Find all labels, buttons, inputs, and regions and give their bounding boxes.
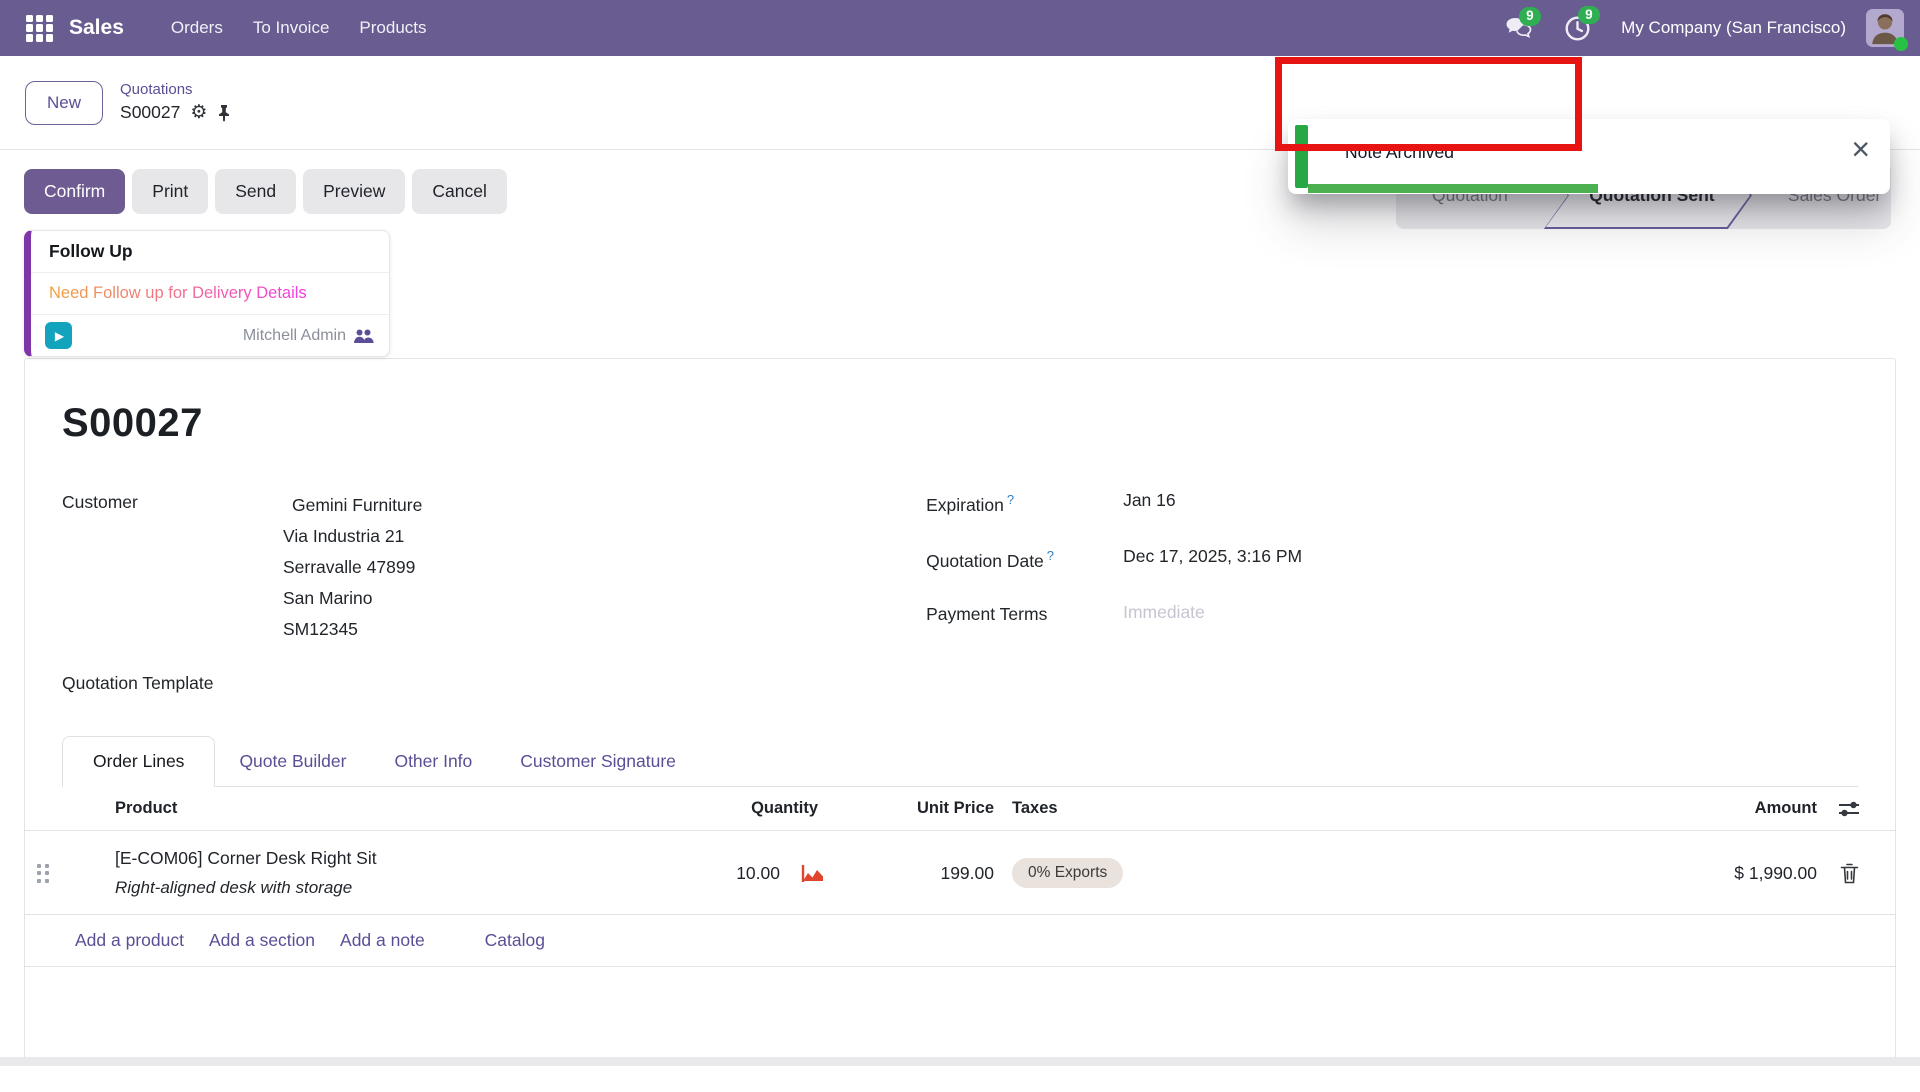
- expiration-value[interactable]: Jan 16: [1123, 490, 1858, 516]
- unit-price-value[interactable]: 199.00: [844, 863, 994, 884]
- breadcrumb-current-record: S00027: [120, 100, 180, 125]
- activity-play-button[interactable]: ▶: [45, 322, 72, 349]
- toast-progress-bar: [1308, 184, 1598, 193]
- product-name[interactable]: [E-COM06] Corner Desk Right Sit: [115, 845, 630, 871]
- print-button[interactable]: Print: [132, 169, 208, 214]
- cancel-button[interactable]: Cancel: [412, 169, 506, 214]
- menu-to-invoice[interactable]: To Invoice: [253, 18, 330, 38]
- menu-orders[interactable]: Orders: [171, 18, 223, 38]
- help-marker: ?: [1047, 548, 1054, 563]
- activities-clock-icon[interactable]: 9: [1564, 15, 1591, 42]
- activity-title: Follow Up: [31, 231, 389, 273]
- expiration-label: Expiration: [926, 495, 1004, 515]
- tab-other-info[interactable]: Other Info: [370, 737, 496, 786]
- table-footer-links: Add a product Add a section Add a note C…: [25, 915, 1895, 967]
- online-status-dot: [1894, 37, 1908, 51]
- activity-summary[interactable]: Need Follow up for Delivery Details: [31, 273, 389, 315]
- toast-accent-bar: [1295, 125, 1308, 188]
- quotation-date-value[interactable]: Dec 17, 2025, 3:16 PM: [1123, 546, 1858, 572]
- customer-name-link[interactable]: Gemini Furniture: [292, 490, 924, 521]
- col-unit-price: Unit Price: [844, 799, 994, 818]
- activity-card: Follow Up Need Follow up for Delivery De…: [24, 230, 390, 357]
- payment-terms-label: Payment Terms: [926, 602, 1123, 625]
- new-button[interactable]: New: [25, 81, 103, 125]
- catalog-link[interactable]: Catalog: [485, 930, 545, 951]
- quantity-value[interactable]: 10.00: [630, 863, 780, 884]
- preview-button[interactable]: Preview: [303, 169, 405, 214]
- control-panel: New Quotations S00027 ⚙ Note Archived ×: [0, 56, 1920, 150]
- product-description[interactable]: Right-aligned desk with storage: [115, 875, 630, 901]
- table-header-row: Product Quantity Unit Price Taxes Amount: [25, 787, 1895, 831]
- send-button[interactable]: Send: [215, 169, 296, 214]
- col-quantity: Quantity: [630, 799, 844, 818]
- help-marker: ?: [1007, 492, 1014, 507]
- customer-label: Customer: [62, 490, 283, 513]
- pin-icon[interactable]: [217, 104, 231, 122]
- users-group-icon: [354, 328, 375, 344]
- col-product: Product: [77, 799, 630, 818]
- customer-address-line: Serravalle 47899: [283, 552, 924, 583]
- customer-address-line: SM12345: [283, 614, 924, 645]
- confirm-button[interactable]: Confirm: [24, 169, 125, 214]
- add-note-link[interactable]: Add a note: [340, 930, 425, 951]
- customer-address-line: San Marino: [283, 583, 924, 614]
- toast-title: Note Archived: [1345, 119, 1454, 185]
- forecast-chart-icon[interactable]: [780, 864, 844, 883]
- col-taxes: Taxes: [994, 799, 1264, 818]
- sheet-bottom-divider: [0, 1057, 1920, 1066]
- order-line-row: [E-COM06] Corner Desk Right Sit Right-al…: [25, 831, 1895, 915]
- payment-terms-input[interactable]: Immediate: [1123, 602, 1858, 625]
- add-section-link[interactable]: Add a section: [209, 930, 315, 951]
- menu-products[interactable]: Products: [359, 18, 426, 38]
- col-amount: Amount: [1264, 799, 1817, 818]
- tax-tag[interactable]: 0% Exports: [1012, 858, 1123, 888]
- user-avatar[interactable]: [1866, 9, 1904, 47]
- toast-notification: Note Archived ×: [1288, 119, 1890, 194]
- toast-close-icon[interactable]: ×: [1851, 133, 1870, 165]
- tab-quote-builder[interactable]: Quote Builder: [215, 737, 370, 786]
- top-navbar: Sales Orders To Invoice Products 9 9 My …: [0, 0, 1920, 56]
- app-name[interactable]: Sales: [69, 16, 124, 40]
- delete-line-icon[interactable]: [1817, 863, 1881, 884]
- quotation-date-label: Quotation Date: [926, 551, 1044, 571]
- quotation-template-label: Quotation Template: [62, 673, 924, 694]
- company-switcher[interactable]: My Company (San Francisco): [1621, 18, 1846, 38]
- gear-icon[interactable]: ⚙: [190, 103, 207, 122]
- messages-badge: 9: [1519, 7, 1541, 26]
- drag-handle[interactable]: [37, 864, 49, 883]
- customer-address-line: Via Industria 21: [283, 521, 924, 552]
- notebook-tabs: Order Lines Quote Builder Other Info Cus…: [62, 736, 1858, 787]
- activity-assignee: Mitchell Admin: [243, 327, 346, 345]
- breadcrumb-quotations-link[interactable]: Quotations: [120, 80, 231, 100]
- order-lines-table: Product Quantity Unit Price Taxes Amount…: [25, 787, 1895, 967]
- breadcrumb: Quotations S00027 ⚙: [120, 80, 231, 125]
- apps-grid-icon[interactable]: [26, 15, 53, 42]
- tab-order-lines[interactable]: Order Lines: [62, 736, 215, 787]
- amount-value: $ 1,990.00: [1264, 863, 1817, 884]
- document-title: S00027: [62, 359, 1858, 446]
- tab-customer-signature[interactable]: Customer Signature: [496, 737, 700, 786]
- form-sheet: S00027 Customer Gemini Furniture Via Ind…: [24, 358, 1896, 1057]
- messages-icon[interactable]: 9: [1505, 16, 1532, 40]
- activities-badge: 9: [1578, 6, 1600, 25]
- optional-columns-icon[interactable]: [1817, 801, 1881, 817]
- add-product-link[interactable]: Add a product: [75, 930, 184, 951]
